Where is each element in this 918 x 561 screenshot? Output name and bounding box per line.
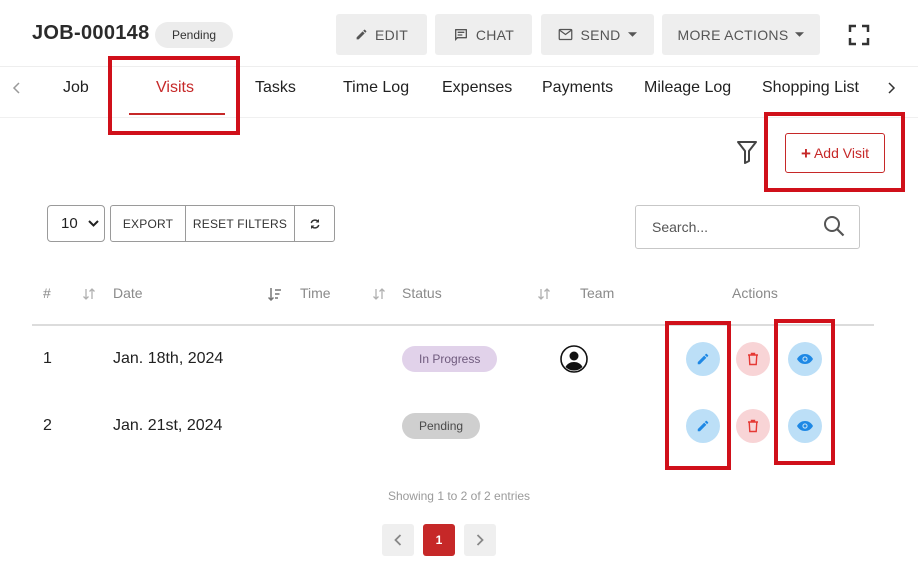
page-length-value: 10: [61, 215, 78, 232]
row-date: Jan. 21st, 2024: [113, 417, 223, 434]
column-header-actions: Actions: [732, 285, 778, 301]
job-detail-page: JOB-000148 Pending EDIT CHAT SEND MORE A…: [0, 0, 918, 561]
reset-filters-button[interactable]: RESET FILTERS: [185, 206, 294, 241]
highlight-edit-actions: [665, 321, 731, 470]
edit-button-label: EDIT: [374, 26, 409, 43]
chat-icon: [454, 28, 467, 41]
chevron-down-icon: [87, 220, 99, 227]
table-info: Showing 1 to 2 of 2 entries: [387, 489, 531, 503]
chevron-right-icon: [476, 534, 484, 546]
chat-button-label: CHAT: [475, 26, 515, 43]
export-label: EXPORT: [122, 216, 174, 231]
caret-down-icon: [795, 32, 805, 37]
trash-icon: [748, 352, 758, 366]
trash-icon: [748, 419, 758, 433]
filter-icon[interactable]: [736, 140, 758, 165]
column-header-date[interactable]: Date: [113, 285, 143, 301]
search-icon[interactable]: [822, 214, 846, 238]
sort-icon[interactable]: [372, 287, 386, 301]
previous-page-button[interactable]: [382, 524, 414, 556]
column-header-number[interactable]: #: [43, 285, 51, 301]
tabs-scroll-left-icon[interactable]: [10, 80, 24, 96]
sort-icon[interactable]: [537, 287, 551, 301]
next-page-button[interactable]: [464, 524, 496, 556]
job-status-badge: Pending: [155, 22, 234, 48]
sort-icon[interactable]: [82, 287, 96, 301]
chat-button[interactable]: CHAT: [435, 14, 532, 55]
page-button-current[interactable]: 1: [423, 524, 455, 556]
status-badge: In Progress: [402, 346, 498, 372]
caret-down-icon: [627, 32, 637, 37]
tab-mileage-log[interactable]: Mileage Log: [644, 79, 731, 97]
tab-shopping-list[interactable]: Shopping List: [762, 79, 859, 97]
chevron-left-icon: [394, 534, 402, 546]
more-actions-button[interactable]: MORE ACTIONS: [662, 14, 820, 55]
fullscreen-icon[interactable]: [848, 24, 870, 46]
highlight-visits-tab: [108, 56, 240, 135]
reset-filters-label: RESET FILTERS: [192, 216, 288, 231]
mail-icon: [559, 28, 573, 41]
tab-expenses[interactable]: Expenses: [442, 79, 512, 97]
column-header-time[interactable]: Time: [300, 285, 331, 301]
tab-time-log[interactable]: Time Log: [343, 79, 409, 97]
tabs-scroll-right-icon[interactable]: [884, 80, 898, 96]
more-actions-label: MORE ACTIONS: [677, 26, 789, 43]
search-placeholder: Search...: [652, 219, 709, 235]
row-number: 1: [43, 350, 52, 367]
tab-job[interactable]: Job: [63, 79, 89, 97]
send-button-label: SEND: [580, 26, 621, 43]
export-button[interactable]: EXPORT: [111, 206, 185, 241]
tab-tasks[interactable]: Tasks: [255, 79, 296, 97]
table-header-divider: [32, 324, 874, 326]
send-button[interactable]: SEND: [541, 14, 654, 55]
refresh-icon: [310, 218, 319, 229]
edit-button[interactable]: EDIT: [336, 14, 427, 55]
status-badge: Pending: [402, 413, 481, 439]
highlight-view-actions: [774, 319, 835, 465]
sort-descending-icon[interactable]: [268, 287, 282, 301]
refresh-button[interactable]: [294, 206, 334, 241]
row-number: 2: [43, 417, 52, 434]
job-number: JOB-000148: [32, 22, 150, 44]
table-button-group: EXPORT RESET FILTERS: [110, 205, 335, 242]
user-avatar-icon[interactable]: [560, 345, 588, 373]
row-date: Jan. 18th, 2024: [113, 350, 224, 367]
tab-payments[interactable]: Payments: [542, 79, 613, 97]
page-length-select[interactable]: 10: [47, 205, 105, 242]
delete-visit-button[interactable]: [736, 342, 770, 376]
pencil-icon: [356, 29, 367, 40]
highlight-add-visit: [764, 112, 905, 192]
column-header-status[interactable]: Status: [402, 285, 442, 301]
delete-visit-button[interactable]: [736, 409, 770, 443]
column-header-team: Team: [580, 285, 615, 301]
